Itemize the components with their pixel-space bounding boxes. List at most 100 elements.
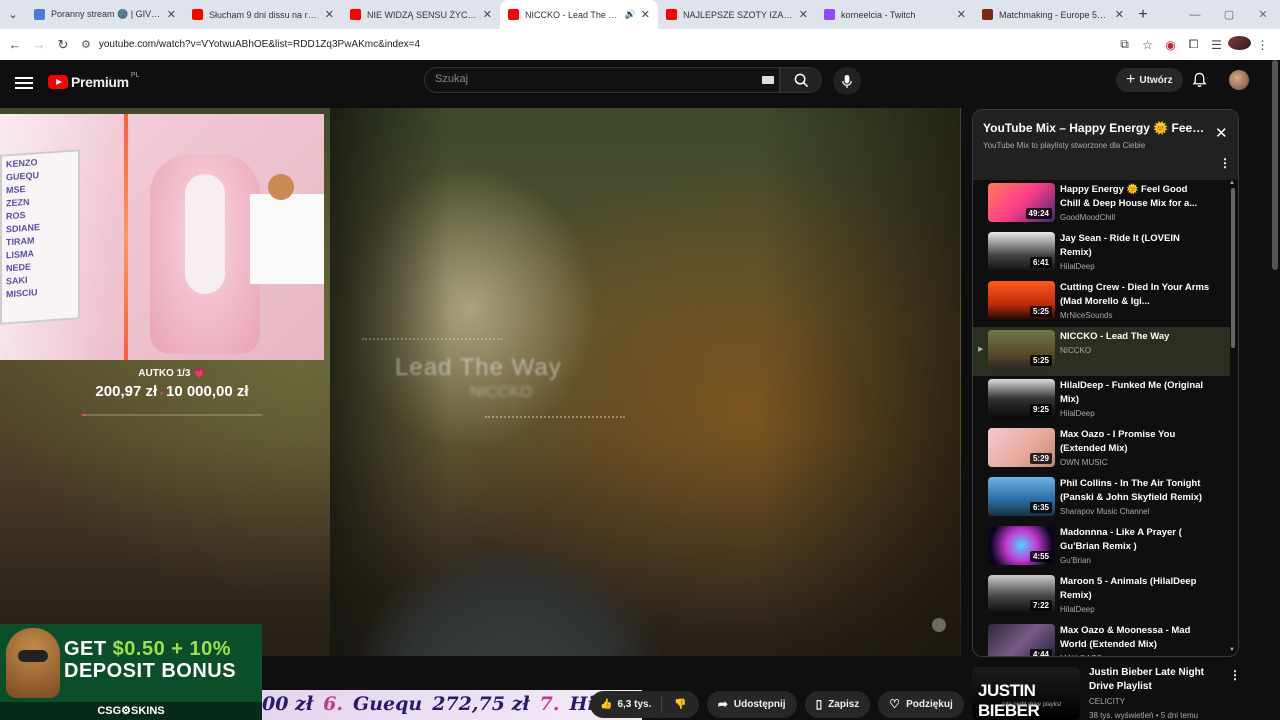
now-playing-icon: ▶ — [978, 346, 984, 353]
browser-tab[interactable]: korneelcia - Twitch ✕ — [816, 0, 974, 29]
playlist-item-title[interactable]: Max Oazo - I Promise You (Extended Mix) — [1060, 428, 1210, 456]
browser-tab[interactable]: Matchmaking - Europe 5v5 Qu ✕ — [974, 0, 1132, 29]
new-tab-button[interactable]: + — [1132, 6, 1154, 24]
tab-close-icon[interactable]: ✕ — [799, 8, 808, 21]
playlist-item-thumbnail[interactable]: 5:29 — [988, 428, 1055, 467]
tab-close-icon[interactable]: ✕ — [167, 8, 176, 21]
playlist-title[interactable]: YouTube Mix – Happy Energy 🌞 Feel Good C… — [983, 121, 1205, 135]
playlist-item-title[interactable]: Cutting Crew - Died In Your Arms (Mad Mo… — [1060, 281, 1210, 309]
playlist-item-thumbnail[interactable]: 9:25 — [988, 379, 1055, 418]
playlist-item-title[interactable]: Maroon 5 - Animals (HilalDeep Remix) — [1060, 575, 1210, 603]
page-scrollbar[interactable] — [1272, 60, 1278, 270]
playlist-item-thumbnail[interactable]: 4:44 — [988, 624, 1055, 656]
playlist-item-thumbnail[interactable]: 5:25 — [988, 330, 1055, 369]
playlist-item[interactable]: 6:41 Jay Sean - Ride It (LOVEIN Remix) Hil… — [973, 229, 1230, 278]
tab-close-icon[interactable]: ✕ — [1115, 8, 1124, 21]
bookmark-icon: ▯ — [815, 697, 823, 711]
playlist-item[interactable]: ▶ 5:25 NICCKO - Lead The Way NICCKO — [973, 327, 1230, 376]
like-button[interactable]: 👍 6,3 tys. — [590, 695, 663, 713]
playlist-item[interactable]: 9:25 HilalDeep - Funked Me (Original Mix)… — [973, 376, 1230, 425]
minimize-button[interactable]: — — [1178, 9, 1212, 21]
bookmark-star-icon[interactable]: ☆ — [1136, 38, 1159, 52]
playlist-item-channel: HilalDeep — [1060, 262, 1095, 271]
tab-close-icon[interactable]: ✕ — [957, 8, 966, 21]
playlist-item-title[interactable]: Max Oazo & Moonessa - Mad World (Extende… — [1060, 624, 1210, 652]
create-button[interactable]: + Utwórz — [1116, 68, 1183, 92]
playlist-item-thumbnail[interactable]: 4:55 — [988, 526, 1055, 565]
profile-avatar[interactable] — [1228, 36, 1251, 53]
playlist-item[interactable]: 7:22 Maroon 5 - Animals (HilalDeep Remix)… — [973, 572, 1230, 621]
playlist-item[interactable]: 4:44 Max Oazo & Moonessa - Mad World (Ext… — [973, 621, 1230, 656]
browser-menu-icon[interactable]: ⋮ — [1251, 38, 1274, 52]
browser-tab[interactable]: NIE WIDZĄ SENSU ŻYCIA - CAŁ ✕ — [342, 0, 500, 29]
tab-close-icon[interactable]: ✕ — [325, 8, 334, 21]
playlist-item-duration: 7:22 — [1029, 600, 1052, 611]
playlist-scrollbar[interactable] — [1231, 188, 1235, 348]
search-input[interactable] — [424, 67, 724, 91]
window-controls: — ▢ ✕ — [1178, 0, 1280, 29]
tab-close-icon[interactable]: ✕ — [641, 8, 650, 21]
url-field[interactable]: ⚙ youtube.com/watch?v=VYotwuABhOE&list=R… — [81, 38, 1113, 51]
voice-search-button[interactable] — [833, 67, 861, 95]
tab-audio-icon[interactable]: 🔊 — [625, 9, 636, 20]
playlist-item-thumbnail[interactable]: 6:35 — [988, 477, 1055, 516]
scroll-down-arrow-icon[interactable]: ▼ — [1229, 647, 1235, 653]
browser-tab[interactable]: Słucham 9 dni dissu na raka zei ✕ — [184, 0, 342, 29]
reload-button[interactable]: ↻ — [51, 37, 75, 53]
playlist-item-duration: 9:25 — [1029, 404, 1052, 415]
site-info-icon[interactable]: ⚙ — [81, 38, 91, 51]
playlist-item-title[interactable]: Jay Sean - Ride It (LOVEIN Remix) — [1060, 232, 1210, 260]
url-text: youtube.com/watch?v=VYotwuABhOE&list=RDD… — [98, 39, 421, 50]
search-button[interactable] — [780, 67, 822, 93]
scroll-up-arrow-icon[interactable]: ▲ — [1229, 180, 1235, 186]
recommendation-thumbnail[interactable]: JUSTIN BIEBER late night drive playlist — [972, 667, 1080, 720]
forward-button[interactable]: → — [27, 37, 51, 52]
browser-tab[interactable]: NAJLEPSZE SZOTY IZAKA! - You ✕ — [658, 0, 816, 29]
back-button[interactable]: ← — [3, 37, 27, 52]
dislike-button[interactable]: 👎 — [662, 699, 698, 710]
playlist-item-thumbnail[interactable]: 7:22 — [988, 575, 1055, 614]
browser-tab[interactable]: NICCKO - Lead The Way - Y 🔊 ✕ — [500, 0, 658, 29]
playlist-item[interactable]: 49:24 Happy Energy 🌞 Feel Good Chill & De… — [973, 180, 1230, 229]
playlist-item-title[interactable]: HilalDeep - Funked Me (Original Mix) — [1060, 379, 1210, 407]
channel-watermark-icon[interactable] — [932, 618, 946, 632]
playlist-item[interactable]: 4:55 Madonnna - Like A Prayer ( Gu'Brian … — [973, 523, 1230, 572]
account-avatar[interactable] — [1229, 70, 1249, 90]
playlist-item-title[interactable]: Phil Collins - In The Air Tonight (Pansk… — [1060, 477, 1210, 505]
playlist-item[interactable]: 6:35 Phil Collins - In The Air Tonight (P… — [973, 474, 1230, 523]
playlist-item-duration: 4:55 — [1029, 551, 1052, 562]
reading-list-icon[interactable]: ☰ — [1205, 38, 1228, 52]
keyboard-icon[interactable] — [762, 76, 774, 84]
playlist-item-title[interactable]: NICCKO - Lead The Way — [1060, 330, 1210, 344]
playlist-more-icon[interactable]: ⋮ — [1219, 156, 1231, 170]
tab-title: korneelcia - Twitch — [841, 9, 916, 20]
playlist-item-thumbnail[interactable]: 49:24 — [988, 183, 1055, 222]
playlist-item-title[interactable]: Happy Energy 🌞 Feel Good Chill & Deep Ho… — [1060, 183, 1210, 211]
playlist-close-icon[interactable]: ✕ — [1215, 124, 1228, 142]
notifications-bell-icon[interactable] — [1192, 72, 1207, 93]
recommendation-channel[interactable]: CELICITY — [1089, 697, 1125, 706]
tab-favicon-icon — [508, 9, 519, 20]
maximize-button[interactable]: ▢ — [1212, 8, 1246, 21]
extensions-puzzle-icon[interactable]: ⧠ — [1182, 37, 1205, 52]
close-window-button[interactable]: ✕ — [1246, 8, 1280, 21]
recommendation-title[interactable]: Justin Bieber Late Night Drive Playlist — [1089, 666, 1224, 694]
extension-record-icon[interactable]: ◉ — [1159, 38, 1182, 52]
tab-close-icon[interactable]: ✕ — [483, 8, 492, 21]
playlist-item[interactable]: 5:25 Cutting Crew - Died In Your Arms (Ma… — [973, 278, 1230, 327]
playlist-item-thumbnail[interactable]: 5:25 — [988, 281, 1055, 320]
youtube-premium-logo[interactable]: Premium PL — [48, 72, 139, 90]
playlist-item-thumbnail[interactable]: 6:41 — [988, 232, 1055, 271]
tab-search-menu[interactable]: ⌄ — [0, 0, 26, 29]
thanks-button[interactable]: ♡ Podziękuj — [878, 690, 964, 718]
playlist-item-duration: 49:24 — [1025, 208, 1052, 219]
microphone-icon — [842, 74, 852, 88]
install-app-icon[interactable]: ⧉ — [1113, 37, 1136, 52]
save-button[interactable]: ▯ Zapisz — [804, 690, 871, 718]
share-button[interactable]: ➦ Udostępnij — [706, 690, 797, 718]
playlist-item-title[interactable]: Madonnna - Like A Prayer ( Gu'Brian Remi… — [1060, 526, 1210, 554]
recommendation-more-icon[interactable]: ⋮ — [1229, 668, 1241, 682]
playlist-item[interactable]: 5:29 Max Oazo - I Promise You (Extended M… — [973, 425, 1230, 474]
menu-hamburger-icon[interactable] — [15, 74, 33, 92]
browser-tab[interactable]: Poranny stream 🌚 | GIVE NA K ✕ — [26, 0, 184, 29]
